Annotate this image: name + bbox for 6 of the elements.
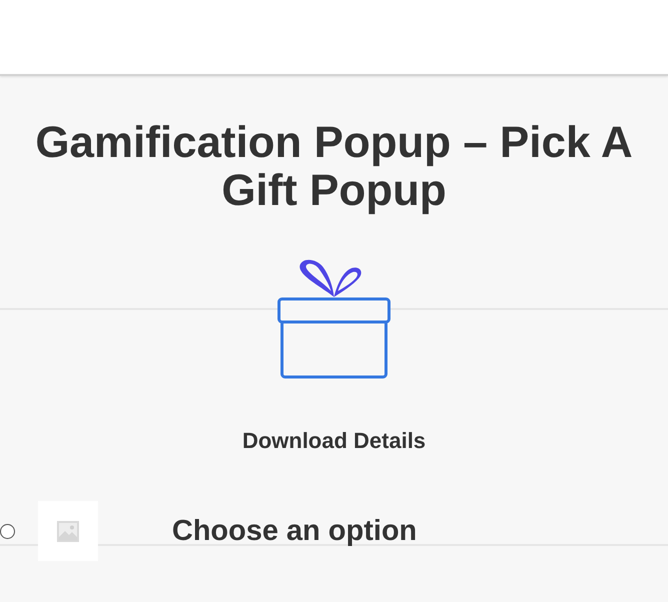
page-title: Gamification Popup – Pick A Gift Popup (34, 119, 634, 215)
image-icon (57, 520, 79, 542)
section-heading: Download Details (242, 428, 426, 454)
option-label: Choose an option (172, 514, 417, 548)
radio-button[interactable] (0, 524, 15, 538)
gift-icon (277, 257, 391, 379)
